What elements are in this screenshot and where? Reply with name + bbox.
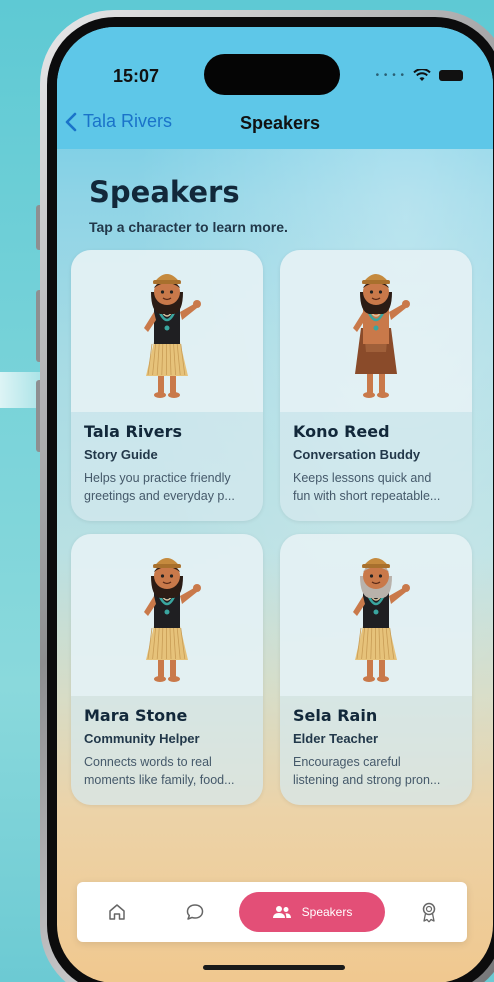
description-line: fun with short repeatable... bbox=[293, 489, 441, 503]
phone-frame: 15:07 • • • • Tala Rivers Speakers Speak… bbox=[40, 10, 494, 982]
speaker-illustration bbox=[71, 250, 263, 412]
speaker-card[interactable]: Sela Rain Elder Teacher Encourages caref… bbox=[280, 534, 472, 805]
tab-bar: Speakers bbox=[77, 882, 467, 942]
speaker-role: Community Helper bbox=[84, 731, 200, 746]
people-icon bbox=[272, 906, 291, 918]
speaker-description: Helps you practice friendly greetings an… bbox=[84, 469, 250, 505]
speaker-name: Tala Rivers bbox=[84, 422, 182, 441]
nav-title: Speakers bbox=[239, 113, 321, 133]
description-line: greetings and everyday p... bbox=[84, 489, 235, 503]
speaker-illustration bbox=[280, 534, 472, 696]
description-line: Helps you practice friendly bbox=[84, 471, 231, 485]
speaker-description: Keeps lessons quick and fun with short r… bbox=[293, 469, 459, 505]
battery-icon bbox=[439, 70, 463, 81]
app-screen: 15:07 • • • • Tala Rivers Speakers Speak… bbox=[57, 27, 493, 982]
description-line: Connects words to real bbox=[84, 755, 212, 769]
wifi-icon bbox=[413, 69, 431, 81]
speaker-role: Story Guide bbox=[84, 447, 158, 462]
speaker-card[interactable]: Mara Stone Community Helper Connects wor… bbox=[71, 534, 263, 805]
page-subtitle: Tap a character to learn more. bbox=[89, 219, 288, 235]
tab-chat[interactable] bbox=[173, 882, 217, 942]
speaker-illustration bbox=[71, 534, 263, 696]
description-line: Keeps lessons quick and bbox=[293, 471, 432, 485]
speaker-description: Connects words to real moments like fami… bbox=[84, 753, 250, 789]
speaker-role: Elder Teacher bbox=[293, 731, 379, 746]
status-bar: 15:07 • • • • bbox=[57, 27, 493, 97]
home-indicator bbox=[203, 965, 345, 970]
tab-speakers-label: Speakers bbox=[301, 905, 353, 919]
description-line: moments like family, food... bbox=[84, 773, 235, 787]
speaker-card[interactable]: Kono Reed Conversation Buddy Keeps lesso… bbox=[280, 250, 472, 521]
speaker-description: Encourages careful listening and strong … bbox=[293, 753, 459, 789]
speaker-name: Kono Reed bbox=[293, 422, 390, 441]
character-figure-icon bbox=[353, 558, 410, 682]
status-icons: • • • • bbox=[376, 69, 463, 82]
speaker-illustration bbox=[280, 250, 472, 412]
description-line: Encourages careful bbox=[293, 755, 401, 769]
speakers-grid: Tala Rivers Story Guide Helps you practi… bbox=[71, 250, 473, 805]
speaker-name: Sela Rain bbox=[293, 706, 378, 725]
character-figure-icon bbox=[353, 274, 410, 398]
signal-icon: • • • • bbox=[375, 70, 405, 81]
character-figure-icon bbox=[144, 558, 201, 682]
description-line: listening and strong pron... bbox=[293, 773, 441, 787]
character-figure-icon bbox=[144, 274, 201, 398]
dynamic-island bbox=[204, 54, 340, 95]
status-time: 15:07 bbox=[113, 66, 160, 86]
phone-bezel: 15:07 • • • • Tala Rivers Speakers Speak… bbox=[47, 17, 494, 982]
tab-awards[interactable] bbox=[407, 882, 451, 942]
home-icon bbox=[109, 904, 125, 920]
speaker-card[interactable]: Tala Rivers Story Guide Helps you practi… bbox=[71, 250, 263, 521]
award-ribbon-icon bbox=[422, 902, 436, 923]
navigation-bar: Tala Rivers Speakers bbox=[57, 97, 493, 149]
tab-speakers[interactable]: Speakers bbox=[239, 892, 385, 932]
speaker-role: Conversation Buddy bbox=[293, 447, 421, 462]
tab-home[interactable] bbox=[95, 882, 139, 942]
speaker-name: Mara Stone bbox=[84, 706, 188, 725]
chat-bubble-icon bbox=[186, 904, 204, 920]
page-title: Speakers bbox=[89, 175, 240, 209]
